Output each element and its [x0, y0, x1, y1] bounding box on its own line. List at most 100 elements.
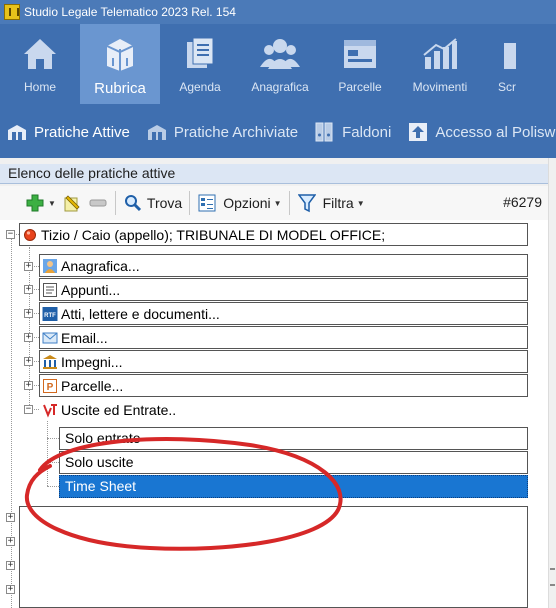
expand-toggle[interactable]: +	[24, 381, 33, 390]
pencil-icon	[62, 193, 82, 213]
in-out-arrows-icon	[42, 402, 58, 418]
tree-node-anagrafica[interactable]: Anagrafica...	[39, 254, 528, 277]
tree-leaf-solo-uscite[interactable]: Solo uscite	[59, 451, 528, 474]
record-counter: #6279	[503, 194, 542, 210]
search-icon	[123, 193, 143, 213]
tree-node-label: Uscite ed Entrate..	[61, 401, 177, 418]
expand-toggle[interactable]: +	[6, 537, 15, 546]
ribbon-tab-label: Scr	[498, 80, 516, 94]
ribbon: Home Rubrica Agenda Anagrafica Parcelle …	[0, 24, 556, 104]
tree-node-label: Anagrafica...	[61, 257, 140, 274]
tree-node-email[interactable]: Email...	[39, 326, 528, 349]
tree-node-atti[interactable]: RTF Atti, lettere e documenti...	[39, 302, 528, 325]
folder-archive-icon	[146, 121, 168, 143]
panel-header: Elenco delle pratiche attive	[0, 164, 548, 184]
subtab-faldoni[interactable]: Faldoni	[308, 118, 397, 146]
expand-toggle[interactable]: +	[24, 357, 33, 366]
subtab-label: Accesso al Polisw	[435, 123, 556, 141]
svg-text:P: P	[47, 382, 54, 393]
expand-toggle[interactable]: +	[24, 333, 33, 342]
find-label: Trova	[146, 195, 183, 211]
scrollbar-grip[interactable]	[550, 568, 555, 586]
invoice-p-icon: P	[42, 378, 58, 394]
collapse-toggle[interactable]: −	[6, 230, 15, 239]
ribbon-tab-agenda[interactable]: Agenda	[160, 24, 240, 104]
ribbon-tab-movimenti[interactable]: Movimenti	[400, 24, 480, 104]
tree-node-uscite-entrate[interactable]: Uscite ed Entrate..	[39, 398, 528, 421]
box-icon	[100, 34, 140, 74]
vertical-scrollbar[interactable]	[548, 158, 556, 608]
title-bar: Studio Legale Telematico 2023 Rel. 154	[0, 0, 556, 24]
subtab-label: Pratiche Archiviate	[173, 123, 299, 141]
ribbon-tab-partial[interactable]: Scr	[480, 24, 516, 104]
options-button[interactable]: Opzioni ▼	[194, 190, 284, 216]
ribbon-tab-home[interactable]: Home	[0, 24, 80, 104]
tree-node-label: Tizio / Caio (appello); TRIBUNALE DI MOD…	[41, 226, 386, 243]
tree-root-practice[interactable]: Tizio / Caio (appello); TRIBUNALE DI MOD…	[19, 223, 528, 246]
subtab-label: Pratiche Attive	[34, 123, 130, 141]
ribbon-tab-anagrafica[interactable]: Anagrafica	[240, 24, 320, 104]
folder-active-icon	[6, 121, 28, 143]
divider	[288, 191, 290, 215]
edit-button[interactable]	[59, 190, 85, 216]
find-button[interactable]: Trova	[120, 190, 185, 216]
tree-leaf-solo-entrate[interactable]: Solo entrate	[59, 427, 528, 450]
window-title: Studio Legale Telematico 2023 Rel. 154	[24, 5, 236, 19]
rtf-document-icon: RTF	[42, 306, 58, 322]
expand-toggle[interactable]: +	[6, 585, 15, 594]
plus-icon	[25, 193, 45, 213]
subtab-label: Faldoni	[342, 123, 392, 141]
expand-toggle[interactable]: +	[24, 262, 33, 271]
envelope-icon	[42, 330, 58, 346]
expand-toggle[interactable]: +	[6, 513, 15, 522]
tree-node-impegni[interactable]: Impegni...	[39, 350, 528, 373]
tree-leaf-time-sheet[interactable]: Time Sheet	[59, 475, 528, 498]
binders-icon	[314, 121, 336, 143]
remove-button[interactable]	[85, 190, 111, 216]
ribbon-tab-label: Home	[23, 80, 56, 94]
ribbon-tab-label: Parcelle	[338, 80, 382, 94]
add-button[interactable]: ▼	[22, 190, 59, 216]
tree-node-appunti[interactable]: Appunti...	[39, 278, 528, 301]
bar-chart-icon	[420, 34, 460, 74]
person-icon	[42, 258, 58, 274]
divider	[189, 191, 191, 215]
tree-empty-area	[19, 506, 528, 608]
notes-icon	[42, 282, 58, 298]
tree-connector	[47, 486, 59, 487]
upload-icon	[407, 121, 429, 143]
expand-toggle[interactable]: +	[6, 561, 15, 570]
app-icon	[4, 4, 20, 20]
options-label: Opzioni	[223, 195, 271, 211]
tree-node-parcelle[interactable]: P Parcelle...	[39, 374, 528, 397]
filter-label: Filtra	[322, 195, 354, 211]
partial-icon	[496, 34, 516, 74]
options-list-icon	[197, 193, 217, 213]
toolbar: ▼ Trova Opzioni ▼ Filtra ▼ #6279	[0, 186, 548, 220]
people-icon	[260, 34, 300, 74]
subtab-accesso-polisweb[interactable]: Accesso al Polisw	[401, 118, 556, 146]
expand-toggle[interactable]: +	[24, 285, 33, 294]
tree-connector	[11, 234, 12, 608]
collapse-toggle[interactable]: −	[24, 405, 33, 414]
subtab-pratiche-attive[interactable]: Pratiche Attive	[0, 118, 136, 146]
tree-connector	[47, 418, 48, 486]
ribbon-tab-rubrica[interactable]: Rubrica	[80, 24, 160, 104]
tree-node-label: Atti, lettere e documenti...	[61, 305, 220, 322]
divider	[114, 191, 116, 215]
tree-node-label: Parcelle...	[61, 377, 124, 394]
chevron-down-icon: ▼	[48, 198, 56, 208]
home-icon	[20, 34, 60, 74]
tree-node-label: Impegni...	[61, 353, 123, 370]
filter-button[interactable]: Filtra ▼	[294, 190, 368, 216]
chevron-down-icon: ▼	[356, 198, 365, 208]
tree-connector	[47, 462, 59, 463]
svg-text:RTF: RTF	[44, 313, 56, 319]
expand-toggle[interactable]: +	[24, 309, 33, 318]
subtab-pratiche-archiviate[interactable]: Pratiche Archiviate	[140, 118, 304, 146]
ribbon-tab-parcelle[interactable]: Parcelle	[320, 24, 400, 104]
ribbon-tab-label: Rubrica	[94, 80, 146, 97]
sub-tab-bar: Pratiche Attive Pratiche Archiviate Fald…	[0, 104, 556, 158]
tree-node-label: Email...	[61, 329, 108, 346]
tree-connector	[47, 438, 59, 439]
